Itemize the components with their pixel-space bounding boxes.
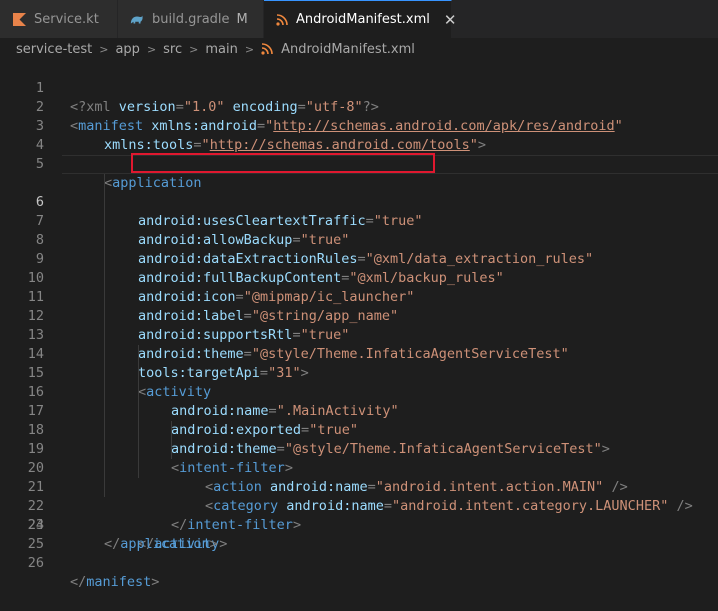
code-line: 14 tools:targetApi="31"> [0,307,718,381]
highlight-box [131,153,435,173]
breadcrumb-item[interactable]: src [163,42,182,57]
code-line: 24 </application> [0,497,718,552]
kotlin-icon [12,12,26,26]
code-line: 12 android:supportsRtl="true" [0,269,718,343]
xml-rss-icon [261,42,275,56]
code-line: 20 <action android:name="android.intent.… [0,421,718,495]
code-line: 19 <intent-filter> [0,402,718,476]
chevron-right-icon: > [244,42,255,56]
code-line: 7 android:allowBackup="true" [0,174,718,248]
breadcrumb-item[interactable]: AndroidManifest.xml [281,42,415,57]
code-line: 8 android:dataExtractionRules="@xml/data… [0,193,718,267]
tab-label: AndroidManifest.xml [296,12,430,27]
line-number: 26 [27,555,44,571]
code-line: 23 </activity> [0,478,718,552]
code-line: 17 android:exported="true" [0,364,718,438]
tab-bar: Service.kt build.gradle M AndroidManifes… [0,0,718,39]
chevron-right-icon: > [99,42,109,56]
breadcrumb-item[interactable]: main [205,42,237,57]
tab-label: Service.kt [34,11,99,27]
breadcrumb-item[interactable]: service-test [16,42,92,57]
code-line: 26 </manifest> [0,535,718,590]
code-line: 21 <category android:name="android.inten… [0,440,718,514]
code-editor[interactable]: 1 <?xml version="1.0" encoding="utf-8"?>… [0,60,718,590]
chevron-right-icon: > [146,42,157,56]
close-icon[interactable]: ✕ [444,11,457,29]
code-line: 3 xmlns:tools="http://schemas.android.co… [0,98,718,153]
tab-label: build.gradle [152,11,230,27]
code-line: 10 android:icon="@mipmap/ic_launcher" [0,231,718,305]
chevron-right-icon: > [189,42,199,56]
code-line: 15 <activity [0,326,718,400]
code-line: 1 <?xml version="1.0" encoding="utf-8"?> [0,60,718,115]
modified-badge: M [236,11,248,27]
code-line: 16 android:name=".MainActivity" [0,345,718,419]
xml-rss-icon [276,13,288,27]
code-line: 9 android:fullBackupContent="@xml/backup… [0,212,718,286]
code-line: 13 android:theme="@style/Theme.InfaticaA… [0,288,718,362]
code-line: 22 </intent-filter> [0,459,718,533]
code-line: 18 android:theme="@style/Theme.InfaticaA… [0,383,718,457]
code-line: 11 android:label="@string/app_name" [0,250,718,324]
breadcrumb: service-test > app > src > main > Androi… [0,38,718,60]
code-line: 25 [0,516,718,552]
tab-build-gradle[interactable]: build.gradle M [118,0,264,38]
gradle-icon [130,12,144,26]
tab-android-manifest[interactable]: AndroidManifest.xml ✕ [264,0,456,38]
code-line: 2 <manifest xmlns:android="http://schema… [0,79,718,134]
breadcrumb-item[interactable]: app [115,42,139,57]
code-line: 4 [0,117,718,153]
tab-service-kt[interactable]: Service.kt [0,0,118,38]
